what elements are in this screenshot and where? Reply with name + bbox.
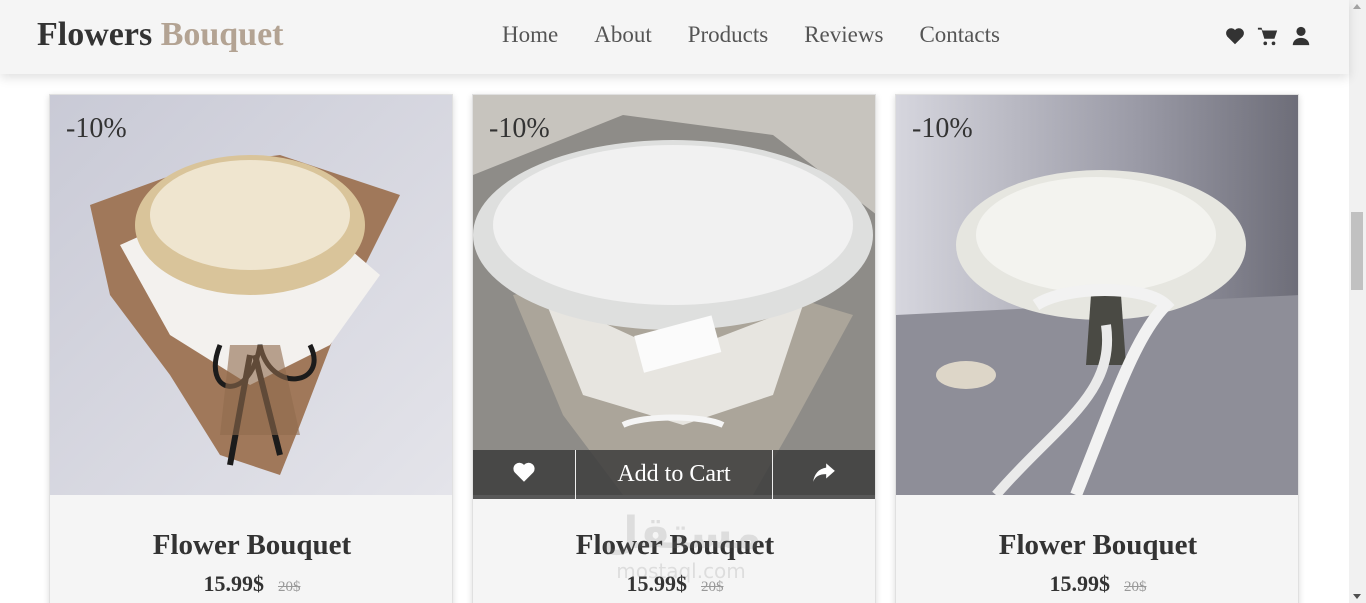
heart-icon[interactable] — [1224, 25, 1246, 47]
site-header: Flowers Bouquet Home About Products Revi… — [0, 0, 1349, 74]
current-price: 15.99$ — [203, 571, 265, 596]
scroll-thumb[interactable] — [1351, 212, 1363, 290]
main-nav: Home About Products Reviews Contacts — [502, 22, 1000, 48]
watermark: مستقل mostaql.com — [596, 508, 766, 588]
old-price: 20$ — [278, 579, 301, 595]
watermark-latin: mostaql.com — [616, 559, 746, 583]
product-name: Flower Bouquet — [152, 529, 352, 561]
product-image[interactable] — [896, 95, 1298, 495]
add-to-cart-button[interactable]: Add to Cart — [575, 450, 773, 499]
logo-accent: Bouquet — [160, 16, 284, 53]
logo-main: Flowers — [37, 16, 153, 53]
scrollbar[interactable] — [1349, 0, 1366, 603]
scroll-down-arrow-icon[interactable] — [1353, 594, 1361, 599]
nav-home[interactable]: Home — [502, 22, 558, 48]
discount-badge: -10% — [912, 113, 973, 144]
discount-badge: -10% — [66, 113, 127, 144]
header-icons — [1224, 25, 1312, 47]
product-name: Flower Bouquet — [998, 529, 1198, 561]
nav-products[interactable]: Products — [688, 22, 769, 48]
nav-reviews[interactable]: Reviews — [804, 22, 883, 48]
user-icon[interactable] — [1290, 25, 1312, 47]
product-actions: Add to Cart — [473, 450, 875, 499]
share-icon — [811, 459, 837, 490]
product-card[interactable]: -10% Flower Bouquet 15.99$ 20$ — [49, 94, 453, 603]
share-button[interactable] — [773, 450, 875, 499]
current-price: 15.99$ — [1049, 571, 1111, 596]
heart-icon — [511, 459, 537, 490]
nav-contacts[interactable]: Contacts — [919, 22, 1000, 48]
logo[interactable]: Flowers Bouquet — [37, 16, 284, 54]
wishlist-button[interactable] — [473, 450, 575, 499]
cart-icon[interactable] — [1257, 25, 1279, 47]
discount-badge: -10% — [489, 113, 550, 144]
product-card[interactable]: -10% Flower Bouquet 15.99$ 20$ — [895, 94, 1299, 603]
product-price: 15.99$ 20$ — [50, 571, 452, 597]
scroll-up-arrow-icon[interactable] — [1353, 4, 1361, 9]
product-image[interactable] — [473, 95, 875, 495]
nav-about[interactable]: About — [594, 22, 652, 48]
old-price: 20$ — [1124, 579, 1147, 595]
product-price: 15.99$ 20$ — [896, 571, 1298, 597]
watermark-arabic: مستقل — [600, 508, 762, 559]
product-image[interactable] — [50, 95, 452, 495]
